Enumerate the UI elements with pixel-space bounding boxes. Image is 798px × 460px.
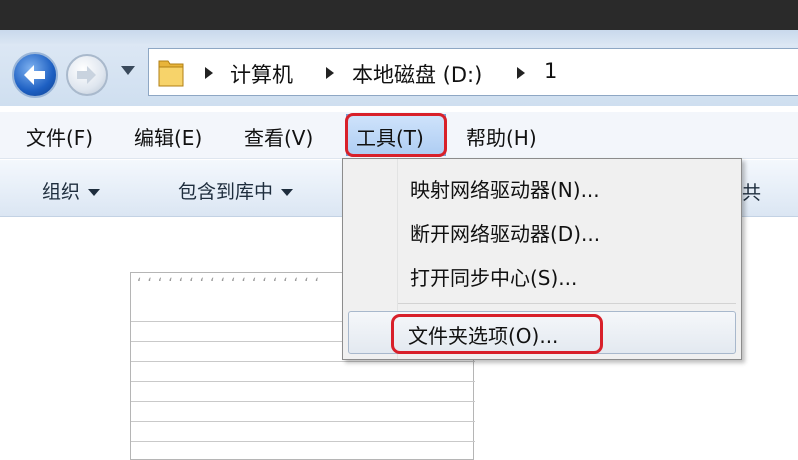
breadcrumb-arrow-icon[interactable] xyxy=(517,67,525,79)
forward-button[interactable] xyxy=(66,54,108,96)
toolbar-clipped-item[interactable]: 共 xyxy=(742,178,761,205)
menu-separator xyxy=(398,303,736,304)
notepad-line xyxy=(131,361,475,362)
back-button[interactable] xyxy=(12,52,58,98)
menu-edit[interactable]: 编辑(E) xyxy=(134,122,202,151)
menu-disconnect-network-drive[interactable]: 断开网络驱动器(D)... xyxy=(410,218,600,247)
forward-arrow-icon xyxy=(77,66,96,84)
folder-options-annotation-box xyxy=(391,314,603,354)
breadcrumb-computer[interactable]: 计算机 xyxy=(230,59,293,89)
menu-help[interactable]: 帮助(H) xyxy=(466,122,537,151)
caret-down-icon xyxy=(281,189,294,196)
menu-file[interactable]: 文件(F) xyxy=(26,122,93,151)
menu-open-sync-center[interactable]: 打开同步中心(S)... xyxy=(410,262,577,291)
breadcrumb-local-disk[interactable]: 本地磁盘 (D:) xyxy=(352,59,482,89)
tools-menu-annotation-box xyxy=(345,113,447,157)
organize-button[interactable]: 组织 xyxy=(42,177,101,204)
include-in-library-button[interactable]: 包含到库中 xyxy=(178,177,294,204)
breadcrumb-folder-1[interactable]: 1 xyxy=(544,59,557,83)
breadcrumb-arrow-icon[interactable] xyxy=(326,67,334,79)
menu-view[interactable]: 查看(V) xyxy=(244,122,313,151)
notepad-line xyxy=(131,401,475,402)
folder-icon xyxy=(158,60,184,87)
window-top-strip xyxy=(0,0,798,30)
breadcrumb-arrow-icon[interactable] xyxy=(205,67,213,79)
back-arrow-icon xyxy=(24,65,45,85)
notepad-rings: ʻʻʻʻʻʻʻʻʻʻʻʻʻʻʻʻʻʻ xyxy=(137,276,326,292)
organize-label: 组织 xyxy=(42,181,81,203)
notepad-line xyxy=(131,441,475,442)
menu-map-network-drive[interactable]: 映射网络驱动器(N)... xyxy=(410,174,600,203)
history-dropdown-icon[interactable] xyxy=(121,66,135,75)
include-in-library-label: 包含到库中 xyxy=(178,181,274,203)
caret-down-icon xyxy=(88,189,101,196)
notepad-line xyxy=(131,421,475,422)
notepad-line xyxy=(131,381,475,382)
